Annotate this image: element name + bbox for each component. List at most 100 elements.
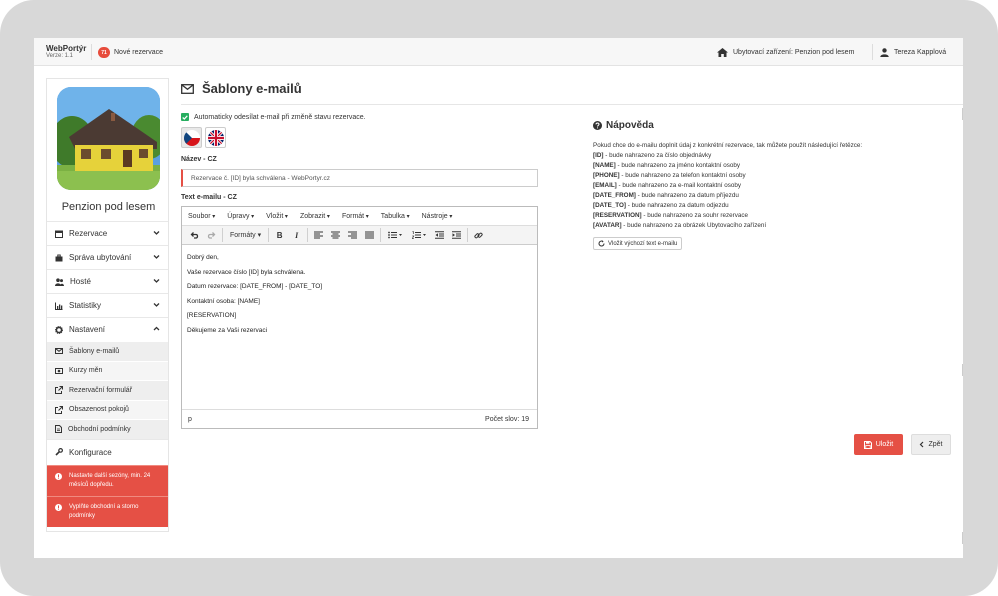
facility-link[interactable]: Ubytovací zařízení: Penzion pod lesem bbox=[717, 47, 854, 58]
email-subject-input[interactable]: Rezervace č. [ID] byla schválena - WebPo… bbox=[181, 169, 538, 187]
floppy-disk-icon bbox=[863, 440, 872, 449]
editor-line: Kontaktní osoba: [NAME] bbox=[187, 297, 260, 305]
help-item: [AVATAR] - bude nahrazeno za obrázek Uby… bbox=[593, 221, 953, 231]
auto-send-option[interactable]: Automaticky odesílat e-mail při změně st… bbox=[181, 113, 366, 121]
numbered-list-button[interactable] bbox=[407, 228, 431, 243]
save-button[interactable]: Uložit bbox=[854, 434, 903, 455]
notification-badge: 71 bbox=[98, 47, 110, 58]
placeholder-key: [ID] bbox=[593, 152, 604, 159]
bold-button[interactable]: B bbox=[271, 228, 288, 243]
menu-upravy[interactable]: Úpravy bbox=[227, 213, 254, 220]
insert-default-text-button[interactable]: Vložit výchozí text e-mailu bbox=[593, 237, 683, 250]
sidebar-item-konfigurace[interactable]: Konfigurace bbox=[47, 438, 168, 465]
align-justify-button[interactable] bbox=[361, 228, 378, 243]
placeholder-key: [DATE_TO] bbox=[593, 202, 626, 209]
envelope-icon bbox=[181, 83, 194, 94]
chevron-down-icon bbox=[153, 255, 160, 259]
submenu-item-obsazenost-pokoju[interactable]: Obsazenost pokojů bbox=[47, 399, 168, 419]
numbered-list-icon bbox=[411, 231, 426, 239]
alert-terms[interactable]: Vyplňte obchodní a storno podmínky bbox=[47, 495, 168, 527]
sidebar-item-nastaveni[interactable]: Nastavení bbox=[47, 317, 168, 341]
placeholder-desc: - bude nahrazeno za e-mail kontaktní oso… bbox=[616, 182, 742, 189]
app-name: WebPortýr bbox=[46, 44, 87, 53]
sidebar-item-label: Hosté bbox=[70, 277, 91, 286]
sidebar-item-label: Statistiky bbox=[69, 301, 102, 310]
app-version: Verze: 1.1 bbox=[46, 53, 74, 59]
new-reservations-link[interactable]: 71 Nové rezervace bbox=[98, 47, 163, 58]
align-right-button[interactable] bbox=[344, 228, 361, 243]
menu-soubor[interactable]: Soubor bbox=[188, 213, 215, 220]
alert-text: Nastavte další sezóny, min. 24 měsíců do… bbox=[69, 472, 151, 488]
editor-content[interactable]: Dobrý den, Vaše rezervace číslo [ID] byl… bbox=[182, 245, 537, 344]
italic-icon: I bbox=[295, 230, 299, 240]
placeholder-desc: - bude nahrazeno za číslo objednávky bbox=[603, 152, 712, 159]
menu-nastroje[interactable]: Nástroje bbox=[422, 213, 453, 220]
submenu-item-rezervacni-formular[interactable]: Rezervační formulář bbox=[47, 380, 168, 400]
menu-zobrazit[interactable]: Zobrazit bbox=[300, 213, 330, 220]
chevron-down-icon bbox=[153, 231, 160, 235]
scroll-edge bbox=[962, 364, 963, 376]
alert-seasons[interactable]: Nastavte další sezóny, min. 24 měsíců do… bbox=[47, 464, 168, 496]
indent-button[interactable] bbox=[448, 228, 465, 243]
undo-button[interactable] bbox=[186, 228, 203, 243]
align-center-icon bbox=[331, 231, 341, 239]
alert-text: Vyplňte obchodní a storno podmínky bbox=[69, 503, 139, 519]
brand[interactable]: WebPortýr Verze: 1.1 bbox=[46, 44, 86, 60]
outdent-button[interactable] bbox=[431, 228, 448, 243]
help-title-text: Nápověda bbox=[606, 120, 654, 131]
user-menu[interactable]: Tereza Kapplová bbox=[880, 47, 946, 58]
uk-flag-icon bbox=[207, 129, 224, 146]
notification-label: Nové rezervace bbox=[114, 49, 164, 56]
users-icon bbox=[55, 277, 64, 286]
align-left-icon bbox=[314, 231, 324, 239]
bold-icon: B bbox=[276, 230, 283, 240]
help-item: [DATE_FROM] - bude nahrazeno za datum př… bbox=[593, 191, 953, 201]
page-title: Šablony e-mailů bbox=[181, 81, 302, 96]
auto-send-checkbox[interactable] bbox=[181, 113, 189, 121]
question-circle-icon bbox=[593, 121, 602, 130]
submenu-item-obchodni-podminky[interactable]: Obchodní podmínky bbox=[47, 419, 168, 439]
external-link-icon bbox=[55, 405, 63, 414]
sidebar-item-label: Rezervace bbox=[69, 229, 108, 238]
bullet-list-button[interactable] bbox=[383, 228, 407, 243]
align-center-button[interactable] bbox=[327, 228, 344, 243]
sidebar-item-hoste[interactable]: Hosté bbox=[47, 269, 168, 293]
link-button[interactable] bbox=[470, 228, 487, 243]
name-label: Název - CZ bbox=[181, 156, 217, 163]
menu-format[interactable]: Formát bbox=[342, 213, 369, 220]
placeholder-desc: - bude nahrazeno za jméno kontaktní osob… bbox=[615, 162, 741, 169]
italic-button[interactable]: I bbox=[288, 228, 305, 243]
element-path[interactable]: p bbox=[188, 416, 192, 423]
submenu-item-kurzy-men[interactable]: Kurzy měn bbox=[47, 360, 168, 380]
placeholder-desc: - bude nahrazeno za datum příjezdu bbox=[635, 192, 739, 199]
language-en-button[interactable] bbox=[205, 127, 226, 148]
toolbar-divider bbox=[268, 228, 270, 242]
editor-toolbar: Formáty ▾ B I bbox=[182, 226, 537, 245]
align-right-icon bbox=[348, 231, 358, 239]
formats-dropdown[interactable]: Formáty ▾ bbox=[225, 228, 266, 243]
sidebar-item-label: Konfigurace bbox=[69, 447, 112, 457]
submenu-item-sablony-emailu[interactable]: Šablony e-mailů bbox=[47, 341, 168, 361]
placeholder-desc: - bude nahrazeno za datum odjezdu bbox=[626, 202, 729, 209]
exclamation-circle-icon bbox=[55, 503, 62, 511]
editor-menubar: Soubor Úpravy Vložit Zobrazit Formát Tab… bbox=[182, 207, 537, 226]
caret-down-icon: ▾ bbox=[255, 232, 262, 239]
align-left-button[interactable] bbox=[310, 228, 327, 243]
back-label: Zpět bbox=[928, 441, 943, 448]
user-icon bbox=[880, 48, 889, 57]
back-button[interactable]: Zpět bbox=[911, 434, 951, 455]
bar-chart-icon bbox=[55, 302, 63, 310]
menu-vlozit[interactable]: Vložit bbox=[266, 213, 288, 220]
top-bar: WebPortýr Verze: 1.1 71 Nové rezervace U… bbox=[34, 38, 963, 66]
sidebar-item-rezervace[interactable]: Rezervace bbox=[47, 221, 168, 245]
sidebar-item-sprava-ubytovani[interactable]: Správa ubytování bbox=[47, 245, 168, 269]
word-count: Počet slov: 19 bbox=[485, 415, 529, 423]
toolbar-divider bbox=[307, 228, 309, 242]
property-photo bbox=[57, 87, 160, 190]
title-divider bbox=[181, 104, 963, 105]
redo-button[interactable] bbox=[203, 228, 220, 243]
sidebar-item-label: Nastavení bbox=[69, 325, 106, 334]
sidebar-item-statistiky[interactable]: Statistiky bbox=[47, 293, 168, 317]
menu-tabulka[interactable]: Tabulka bbox=[381, 213, 410, 220]
language-cz-button[interactable] bbox=[181, 127, 202, 148]
